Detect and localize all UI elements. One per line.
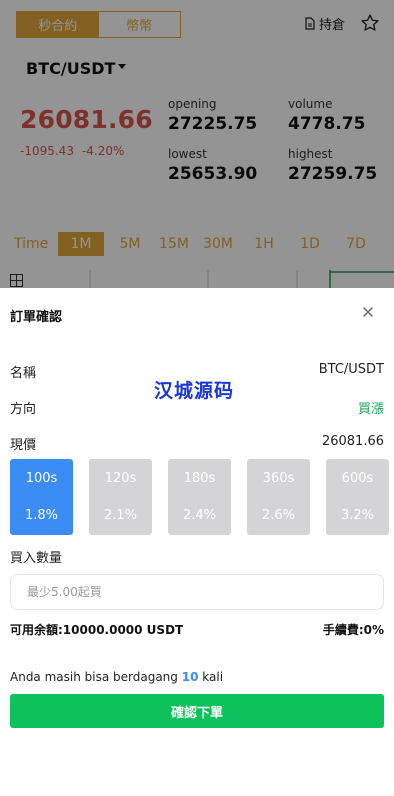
duration-option-100s[interactable]: 100s 1.8% <box>10 459 73 535</box>
duration-rate: 2.4% <box>182 508 217 523</box>
confirm-order-button[interactable]: 確認下單 <box>10 694 384 728</box>
duration-time: 100s <box>25 471 58 486</box>
modal-backdrop[interactable] <box>0 0 394 290</box>
trading-page-background: 秒合約 幣幣 持倉 BTC/USDT 26081.66 -1095.43 -4.2… <box>0 0 394 290</box>
remaining-trades-count: 10 <box>181 670 199 684</box>
duration-time: 120s <box>104 471 137 486</box>
direction-value: 買漲 <box>357 402 384 417</box>
balance-fee-row: 可用余額:10000.0000 USDT 手續費:0% <box>10 621 384 638</box>
duration-option-600s[interactable]: 600s 3.2% <box>326 459 389 535</box>
name-label: 名稱 <box>10 366 37 381</box>
order-confirm-sheet: 訂單確認 名稱 BTC/USDT 汉城源码 方向 買漲 現價 26081.66 … <box>0 288 394 796</box>
direction-label: 方向 <box>10 402 37 417</box>
sheet-title: 訂單確認 <box>10 310 63 325</box>
note-prefix: Anda masih bisa berdagang <box>10 670 178 684</box>
duration-option-120s[interactable]: 120s 2.1% <box>89 459 152 535</box>
row-current-price: 現價 26081.66 <box>10 434 384 453</box>
current-price-label: 現價 <box>10 438 37 453</box>
note-suffix: kali <box>202 670 224 684</box>
available-balance: 可用余額:10000.0000 USDT <box>10 623 184 637</box>
quantity-input[interactable] <box>10 574 384 610</box>
quantity-label: 買入數量 <box>10 551 63 566</box>
duration-rate: 2.1% <box>103 508 138 523</box>
duration-options: 100s 1.8% 120s 2.1% 180s 2.4% 360s 2.6% … <box>10 459 394 535</box>
duration-rate: 1.8% <box>24 508 59 523</box>
duration-time: 360s <box>262 471 295 486</box>
duration-time: 180s <box>183 471 216 486</box>
name-value: BTC/USDT <box>318 362 384 377</box>
close-icon[interactable] <box>360 304 376 320</box>
duration-option-360s[interactable]: 360s 2.6% <box>247 459 310 535</box>
row-direction: 方向 買漲 <box>10 398 384 417</box>
current-price-value: 26081.66 <box>321 434 384 449</box>
duration-rate: 2.6% <box>261 508 296 523</box>
duration-rate: 3.2% <box>340 508 375 523</box>
fee: 手續費:0% <box>322 623 384 637</box>
duration-time: 600s <box>341 471 374 486</box>
duration-option-180s[interactable]: 180s 2.4% <box>168 459 231 535</box>
remaining-trades-note: Anda masih bisa berdagang 10 kali <box>10 670 223 684</box>
